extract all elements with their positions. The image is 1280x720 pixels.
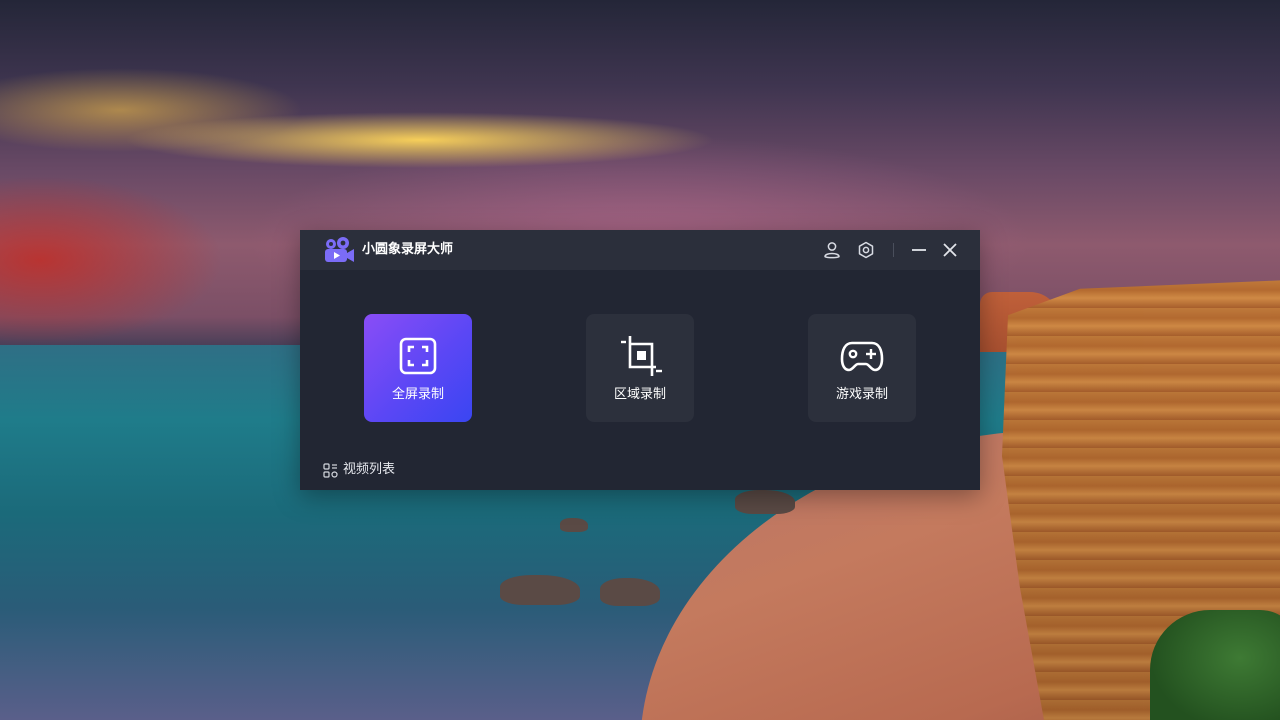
mode-label: 全屏录制	[391, 387, 444, 402]
grid-list-icon	[323, 462, 338, 478]
video-list-label: 视频列表	[343, 462, 396, 477]
user-icon[interactable]	[822, 240, 842, 260]
wallpaper-bush	[1150, 610, 1280, 720]
wallpaper-rock	[500, 575, 580, 605]
recorder-window: 小圆象录屏大师 全屏录制 区域录制 游戏录制 视频列表	[300, 230, 980, 490]
mode-label: 游戏录制	[835, 387, 888, 402]
titlebar[interactable]: 小圆象录屏大师	[300, 230, 980, 270]
mode-label: 区域录制	[613, 387, 666, 402]
wallpaper-rock	[600, 578, 660, 606]
camera-logo-icon	[325, 237, 354, 262]
mode-game-record[interactable]: 游戏录制	[808, 314, 916, 422]
crop-icon	[621, 336, 662, 376]
wallpaper-rock	[560, 518, 588, 532]
settings-icon[interactable]	[856, 240, 876, 260]
mode-fullscreen-record[interactable]: 全屏录制	[364, 314, 472, 422]
wallpaper-rock	[735, 490, 795, 514]
fullscreen-icon	[399, 337, 437, 375]
minimize-icon[interactable]	[909, 240, 929, 260]
mode-region-record[interactable]: 区域录制	[586, 314, 694, 422]
close-icon[interactable]	[940, 240, 960, 260]
titlebar-divider	[893, 243, 894, 257]
video-list-link[interactable]: 视频列表	[323, 461, 395, 479]
app-title: 小圆象录屏大师	[362, 242, 454, 257]
gamepad-icon	[840, 341, 884, 372]
